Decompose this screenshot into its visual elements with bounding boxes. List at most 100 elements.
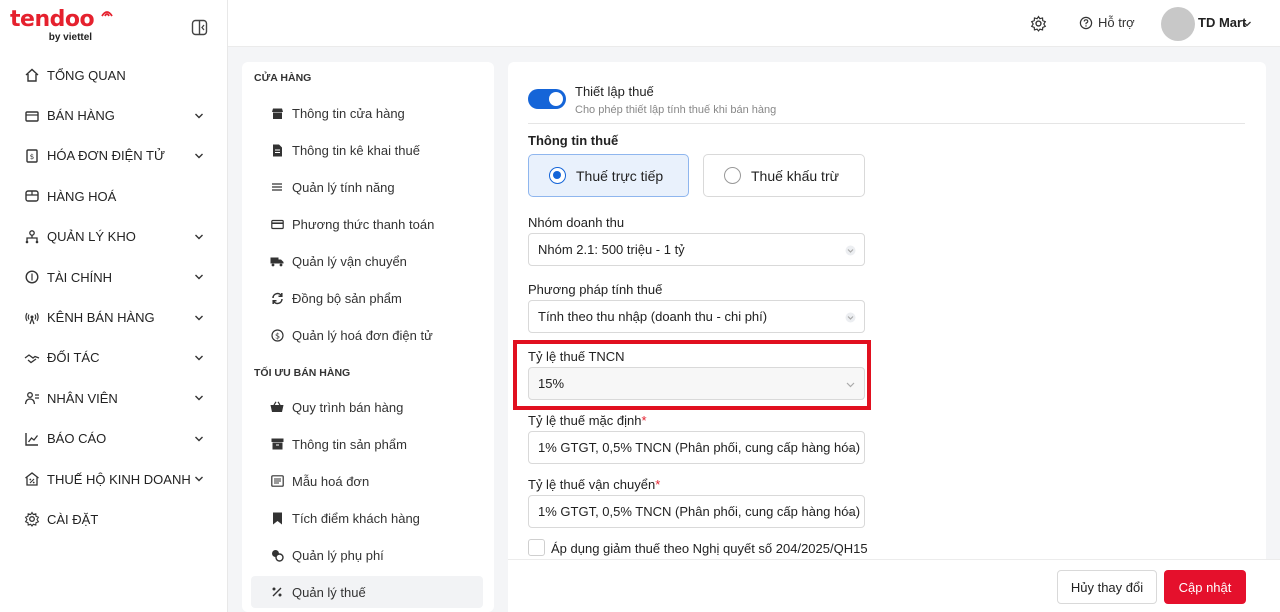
settings-submenu: CỬA HÀNG Thông tin cửa hàng Thông tin kê… (242, 62, 494, 612)
chevron-down-icon (846, 446, 855, 452)
tax-info-label: Thông tin thuế (528, 133, 619, 148)
user-name[interactable]: TD Mart (1198, 15, 1246, 30)
select-value: 1% GTGT, 0,5% TNCN (Phân phối, cung cấp … (538, 504, 861, 519)
submenu-item-label: Quản lý thuế (292, 584, 366, 600)
handshake-icon (23, 349, 41, 367)
submenu-item-sales-process[interactable]: Quy trình bán hàng (251, 391, 483, 423)
chevron-down-icon (195, 395, 203, 401)
submenu-item-store-info[interactable]: Thông tin cửa hàng (251, 97, 483, 129)
logo-wordmark: tendoo (10, 7, 95, 32)
nav-item-label: CÀI ĐẶT (47, 511, 99, 527)
nav-item-overview[interactable]: TỔNG QUAN (0, 55, 228, 95)
nav-item-partners[interactable]: ĐỐI TÁC (0, 338, 228, 378)
submenu-item-product-info[interactable]: Thông tin sản phẩm (251, 428, 483, 460)
nav-item-staff[interactable]: NHÂN VIÊN (0, 378, 228, 418)
highlight-box (513, 340, 871, 410)
select-arrow-icon (845, 245, 856, 256)
shipping-rate-select[interactable]: 1% GTGT, 0,5% TNCN (Phân phối, cung cấp … (528, 495, 865, 528)
submenu-item-tax-declaration[interactable]: Thông tin kê khai thuế (251, 134, 483, 166)
tax-reduction-label[interactable]: Áp dụng giảm thuế theo Nghị quyết số 204… (551, 541, 868, 556)
collapse-sidebar-icon[interactable] (191, 19, 208, 36)
nav-item-label: NHÂN VIÊN (47, 390, 118, 406)
tax-setup-toggle[interactable] (528, 89, 566, 109)
tax-type-deduction-option[interactable]: Thuế khấu trừ (703, 154, 865, 197)
logo-subtitle: by viettel (48, 32, 93, 43)
submenu-item-e-invoice-management[interactable]: $ Quản lý hoá đơn điện tử (251, 319, 483, 351)
default-rate-select[interactable]: 1% GTGT, 0,5% TNCN (Phân phối, cung cấp … (528, 431, 865, 464)
gear-icon (23, 510, 41, 528)
sidebar: tendoo by viettel TỔNG QUAN BÁN HÀNG $ H… (0, 0, 228, 612)
nav-item-reports[interactable]: BÁO CÁO (0, 419, 228, 459)
store-icon (270, 106, 284, 120)
staff-icon (23, 389, 41, 407)
submenu-item-label: Quản lý vận chuyển (292, 253, 407, 269)
submenu-item-label: Đồng bộ sản phẩm (292, 290, 402, 306)
section-title-store: CỬA HÀNG (254, 72, 312, 84)
nav-item-finance[interactable]: TÀI CHÍNH (0, 257, 228, 297)
tax-type-direct-option[interactable]: Thuế trực tiếp (528, 154, 689, 197)
submenu-item-payment-methods[interactable]: Phương thức thanh toán (251, 208, 483, 240)
submenu-item-invoice-template[interactable]: Mẫu hoá đơn (251, 465, 483, 497)
receipt-icon (270, 474, 284, 488)
submenu-item-feature-management[interactable]: Quản lý tính năng (251, 171, 483, 203)
chevron-down-icon (846, 510, 855, 516)
chevron-down-icon[interactable] (1242, 19, 1252, 29)
nav-item-label: ĐỐI TÁC (47, 350, 100, 366)
nav-item-label: BÁO CÁO (47, 431, 107, 447)
submenu-item-product-sync[interactable]: Đồng bộ sản phẩm (251, 282, 483, 314)
nav-item-label: THUẾ HỘ KINH DOANH (47, 471, 191, 487)
card-icon (270, 217, 284, 231)
nav-item-sales-channel[interactable]: KÊNH BÁN HÀNG (0, 297, 228, 337)
tax-method-select[interactable]: Tính theo thu nhập (doanh thu - chi phí) (528, 300, 865, 333)
chevron-down-icon (195, 153, 203, 159)
submenu-item-label: Quản lý phụ phí (292, 547, 384, 563)
submenu-item-label: Thông tin sản phẩm (292, 436, 407, 452)
coins-icon (270, 548, 284, 562)
bookmark-icon (270, 511, 284, 525)
sync-icon (270, 291, 284, 305)
default-rate-label: Tỷ lệ thuế mặc định* (528, 413, 647, 428)
tax-reduction-checkbox[interactable] (528, 539, 545, 556)
revenue-group-label: Nhóm doanh thu (528, 215, 625, 230)
basket-icon (270, 400, 284, 414)
form-action-bar: Hủy thay đổi Cập nhật (508, 559, 1280, 612)
submenu-item-label: Thông tin cửa hàng (292, 105, 405, 121)
submenu-item-tax-management[interactable]: Quản lý thuế (251, 576, 483, 608)
tendoo-logo[interactable]: tendoo by viettel (10, 7, 113, 43)
submenu-item-label: Phương thức thanh toán (292, 216, 435, 232)
help-link[interactable]: Hỗ trợ (1079, 15, 1135, 30)
radio-label: Thuế khấu trừ (751, 167, 839, 184)
nav-item-label: TỔNG QUAN (47, 67, 126, 83)
avatar[interactable] (1161, 7, 1195, 41)
nav-item-products[interactable]: HÀNG HOÁ (0, 176, 228, 216)
select-value: Nhóm 2.1: 500 triệu - 1 tỷ (538, 242, 685, 257)
topbar: Hỗ trợ TD Mart (228, 0, 1280, 47)
nav-item-business-tax[interactable]: THUẾ HỘ KINH DOANH (0, 459, 228, 499)
nav-item-inventory[interactable]: QUẢN LÝ KHO (0, 217, 228, 257)
section-title-optimize: TỐI ƯU BÁN HÀNG (254, 367, 351, 379)
chevron-down-icon (195, 355, 203, 361)
list-icon (270, 180, 284, 194)
archive-icon (270, 437, 284, 451)
cart-icon (23, 107, 41, 125)
radio-selected-icon (549, 167, 566, 184)
select-value: 1% GTGT, 0,5% TNCN (Phân phối, cung cấp … (538, 440, 861, 455)
settings-gear-icon[interactable] (1030, 15, 1047, 32)
invoice-icon: $ (23, 147, 41, 165)
chevron-down-icon (195, 436, 203, 442)
submenu-item-label: Quản lý hoá đơn điện tử (292, 327, 433, 343)
toggle-description: Cho phép thiết lập tính thuế khi bán hàn… (575, 104, 777, 116)
tax-icon (23, 470, 41, 488)
submenu-item-shipping[interactable]: Quản lý vận chuyển (251, 245, 483, 277)
nav-item-sales[interactable]: BÁN HÀNG (0, 95, 228, 135)
revenue-group-select[interactable]: Nhóm 2.1: 500 triệu - 1 tỷ (528, 233, 865, 266)
nav-item-settings[interactable]: CÀI ĐẶT (0, 499, 228, 539)
cancel-changes-button[interactable]: Hủy thay đổi (1057, 570, 1157, 604)
nav-item-e-invoice[interactable]: $ HÓA ĐƠN ĐIỆN TỬ (0, 136, 228, 176)
nav-item-label: TÀI CHÍNH (47, 269, 112, 285)
submenu-item-loyalty-points[interactable]: Tích điểm khách hàng (251, 502, 483, 534)
update-button[interactable]: Cập nhật (1164, 570, 1246, 604)
submenu-item-surcharge[interactable]: Quản lý phụ phí (251, 539, 483, 571)
select-value: Tính theo thu nhập (doanh thu - chi phí) (538, 309, 768, 324)
question-circle-icon (1079, 16, 1093, 29)
